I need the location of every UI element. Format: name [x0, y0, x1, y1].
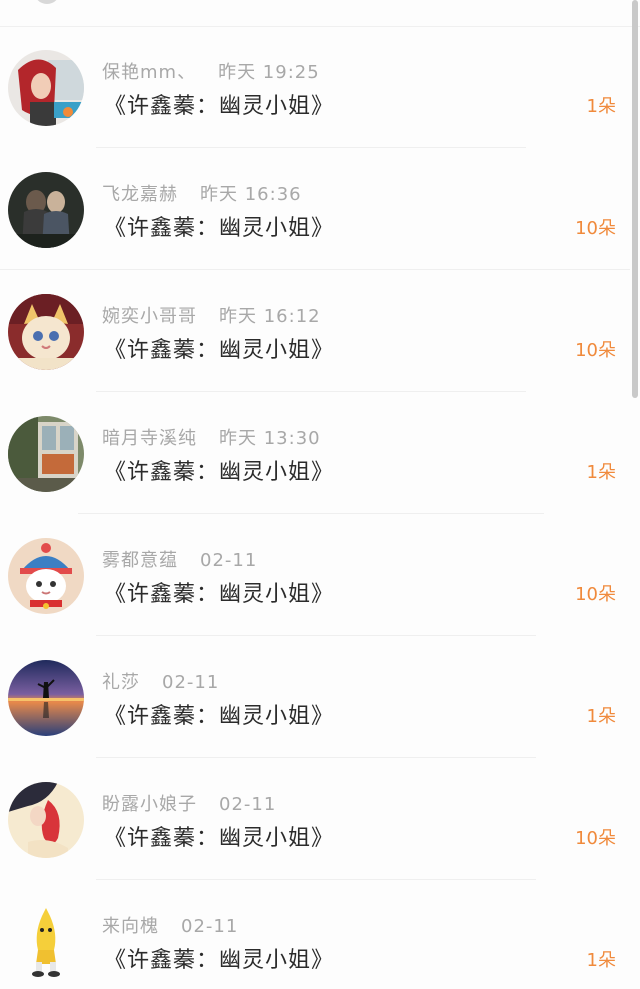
cat-costume-avatar: [8, 294, 84, 370]
flower-count: 1朵: [586, 706, 616, 727]
timestamp: 昨天 13:30: [219, 428, 321, 449]
username[interactable]: 来向槐: [102, 916, 159, 937]
scrollbar[interactable]: [632, 0, 638, 398]
avatar[interactable]: [8, 660, 84, 736]
timestamp: 昨天 19:25: [218, 62, 320, 83]
list-item[interactable]: 飞龙嘉赫 昨天 16:36 《许鑫蓁：幽灵小姐》 10朵: [0, 148, 630, 270]
username[interactable]: 盼露小娘子: [102, 794, 197, 815]
comment-meta: 礼莎 02-11: [102, 668, 219, 694]
comment-meta: 盼露小娘子 02-11: [102, 790, 276, 816]
comment-meta: 婉奕小哥哥 昨天 16:12: [102, 302, 321, 328]
window-scene-avatar: [8, 416, 84, 492]
flower-count: 10朵: [575, 584, 616, 605]
timestamp: 昨天 16:12: [219, 306, 321, 327]
list-item[interactable]: 雾都意蕴 02-11 《许鑫蓁：幽灵小姐》 10朵: [0, 514, 630, 636]
gift-title[interactable]: 《许鑫蓁：幽灵小姐》: [104, 332, 334, 364]
flower-count: 10朵: [575, 340, 616, 361]
flower-count: 10朵: [575, 218, 616, 239]
avatar[interactable]: [8, 904, 84, 980]
comment-meta: 雾都意蕴 02-11: [102, 546, 257, 572]
sunset-silhouette-avatar: [8, 660, 84, 736]
timestamp: 02-11: [162, 672, 220, 693]
list-item[interactable]: 礼莎 02-11 《许鑫蓁：幽灵小姐》 1朵: [0, 636, 630, 758]
illustrated-girl-avatar: [8, 782, 84, 858]
avatar[interactable]: [8, 294, 84, 370]
flower-count: 1朵: [586, 462, 616, 483]
gift-title[interactable]: 《许鑫蓁：幽灵小姐》: [104, 88, 334, 120]
comment-list: 保艳mm、 昨天 19:25 《许鑫蓁：幽灵小姐》 1朵 飞龙嘉赫 昨天 16:36…: [0, 0, 640, 989]
avatar[interactable]: [8, 782, 84, 858]
timestamp: 02-11: [200, 550, 258, 571]
comment-meta: 飞龙嘉赫 昨天 16:36: [102, 180, 302, 206]
gift-title[interactable]: 《许鑫蓁：幽灵小姐》: [104, 698, 334, 730]
list-item[interactable]: 盼露小娘子 02-11 《许鑫蓁：幽灵小姐》 10朵: [0, 758, 630, 880]
flower-count: 10朵: [575, 828, 616, 849]
gift-title[interactable]: 《许鑫蓁：幽灵小姐》: [104, 210, 334, 242]
woman-red-hair-avatar: [8, 50, 84, 126]
previous-row-remnant: [0, 0, 640, 27]
comment-meta: 来向槐 02-11: [102, 912, 238, 938]
avatar[interactable]: [8, 172, 84, 248]
list-item[interactable]: 来向槐 02-11 《许鑫蓁：幽灵小姐》 1朵: [0, 880, 630, 989]
username[interactable]: 婉奕小哥哥: [102, 306, 197, 327]
timestamp: 02-11: [219, 794, 277, 815]
gift-title[interactable]: 《许鑫蓁：幽灵小姐》: [104, 454, 334, 486]
comment-meta: 暗月寺溪纯 昨天 13:30: [102, 424, 321, 450]
list-item[interactable]: 婉奕小哥哥 昨天 16:12 《许鑫蓁：幽灵小姐》 10朵: [0, 270, 630, 392]
avatar[interactable]: [8, 50, 84, 126]
gift-title[interactable]: 《许鑫蓁：幽灵小姐》: [104, 576, 334, 608]
username[interactable]: 暗月寺溪纯: [102, 428, 197, 449]
username[interactable]: 保艳mm、: [102, 62, 196, 83]
avatar[interactable]: [8, 416, 84, 492]
timestamp: 02-11: [181, 916, 239, 937]
comment-meta: 保艳mm、 昨天 19:25: [102, 58, 320, 84]
list-item[interactable]: 保艳mm、 昨天 19:25 《许鑫蓁：幽灵小姐》 1朵: [0, 26, 630, 148]
username[interactable]: 礼莎: [102, 672, 140, 693]
username[interactable]: 飞龙嘉赫: [102, 184, 178, 205]
list-item[interactable]: 暗月寺溪纯 昨天 13:30 《许鑫蓁：幽灵小姐》 1朵: [0, 392, 630, 514]
cat-blue-hat-avatar: [8, 538, 84, 614]
gift-title[interactable]: 《许鑫蓁：幽灵小姐》: [104, 820, 334, 852]
timestamp: 昨天 16:36: [200, 184, 302, 205]
avatar[interactable]: [8, 538, 84, 614]
avatar: [34, 0, 60, 4]
banana-figure-avatar: [8, 904, 84, 980]
gift-title[interactable]: 《许鑫蓁：幽灵小姐》: [104, 942, 334, 974]
flower-count: 1朵: [586, 950, 616, 971]
couple-dark-photo-avatar: [8, 172, 84, 248]
username[interactable]: 雾都意蕴: [102, 550, 178, 571]
flower-count: 1朵: [586, 96, 616, 117]
